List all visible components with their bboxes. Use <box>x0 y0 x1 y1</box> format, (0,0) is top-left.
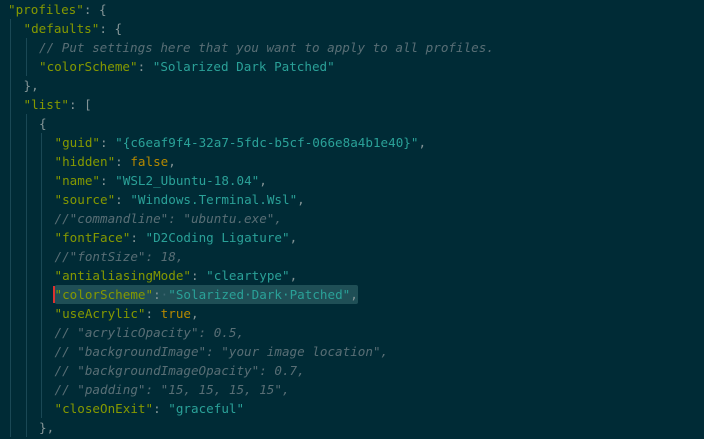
code-token: "{c6eaf9f4-32a7-5fdc-b5cf-066e8a4b1e40}" <box>115 135 419 150</box>
code-token: : <box>130 230 146 245</box>
code-token: // "backgroundImageOpacity": 0.7, <box>54 363 305 378</box>
code-line[interactable]: "list": [ <box>0 95 704 114</box>
code-token: , <box>191 306 199 321</box>
code-token: "graceful" <box>168 401 245 416</box>
code-token: , <box>350 287 358 302</box>
code-token: { <box>39 116 47 131</box>
code-token: : { <box>99 21 123 36</box>
code-token: }, <box>39 420 55 435</box>
code-token: "useAcrylic" <box>54 306 146 321</box>
text-cursor <box>52 286 55 303</box>
code-token: : <box>153 287 161 302</box>
code-token: "guid" <box>54 135 101 150</box>
code-token: "antialiasingMode" <box>54 268 191 283</box>
code-token: "defaults" <box>23 21 100 36</box>
code-token: : <box>115 192 131 207</box>
code-token: , <box>168 154 176 169</box>
code-token: , <box>297 192 305 207</box>
code-token: : { <box>83 2 107 17</box>
code-line[interactable]: "defaults": { <box>0 19 704 38</box>
code-line[interactable]: // "backgroundImage": "your image locati… <box>0 342 704 361</box>
code-token: "list" <box>23 97 70 112</box>
code-token: "profiles" <box>8 2 84 17</box>
code-line[interactable]: "closeOnExit": "graceful" <box>0 399 704 418</box>
code-token: true <box>160 306 192 321</box>
code-token: "source" <box>54 192 116 207</box>
code-line[interactable]: { <box>0 114 704 133</box>
code-line[interactable]: "hidden": false, <box>0 152 704 171</box>
code-token: // "backgroundImage": "your image locati… <box>54 344 389 359</box>
code-line[interactable]: // "backgroundImageOpacity": 0.7, <box>0 361 704 380</box>
code-line[interactable]: "antialiasingMode": "cleartype", <box>0 266 704 285</box>
code-token: "fontFace" <box>54 230 131 245</box>
code-line[interactable]: "profiles": { <box>0 0 704 19</box>
code-editor[interactable]: "profiles": {"defaults": {// Put setting… <box>0 0 704 439</box>
code-token: "name" <box>54 173 101 188</box>
code-line[interactable]: //"commandline": "ubuntu.exe", <box>0 209 704 228</box>
code-token: , <box>259 173 267 188</box>
code-token: }, <box>23 78 39 93</box>
code-token: false <box>130 154 169 169</box>
code-token: "Windows.Terminal.Wsl" <box>130 192 298 207</box>
code-line[interactable]: }, <box>0 76 704 95</box>
code-token: "Solarized Dark Patched" <box>152 59 335 74</box>
code-token: "colorScheme" <box>39 59 138 74</box>
code-token: //"commandline": "ubuntu.exe", <box>54 211 282 226</box>
code-token: : <box>137 59 153 74</box>
code-token: : <box>153 401 169 416</box>
code-token: : <box>145 306 161 321</box>
code-line[interactable]: }, <box>0 418 704 437</box>
code-token: // Put settings here that you want to ap… <box>39 40 494 55</box>
code-token: "colorScheme" <box>54 287 154 302</box>
code-token: : <box>115 154 131 169</box>
code-token: : <box>100 173 116 188</box>
code-line[interactable]: //"fontSize": 18, <box>0 247 704 266</box>
code-line[interactable]: "name": "WSL2_Ubuntu-18.04", <box>0 171 704 190</box>
code-line[interactable]: "source": "Windows.Terminal.Wsl", <box>0 190 704 209</box>
code-token: // "acrylicOpacity": 0.5, <box>54 325 245 340</box>
code-token: // "padding": "15, 15, 15, 15", <box>54 382 290 397</box>
code-line[interactable]: // "padding": "15, 15, 15, 15", <box>0 380 704 399</box>
code-token: "D2Coding Ligature" <box>145 230 290 245</box>
code-line[interactable]: "guid": "{c6eaf9f4-32a7-5fdc-b5cf-066e8a… <box>0 133 704 152</box>
code-token: , <box>418 135 427 150</box>
code-token: "WSL2_Ubuntu-18.04" <box>115 173 260 188</box>
code-token: , <box>289 268 298 283</box>
code-line[interactable]: // Put settings here that you want to ap… <box>0 38 704 57</box>
code-token: "Solarized·Dark·Patched" <box>168 287 351 302</box>
code-token: , <box>289 230 298 245</box>
code-line[interactable]: "colorScheme":·"Solarized·Dark·Patched", <box>0 285 704 304</box>
code-token: : <box>190 268 207 283</box>
code-line[interactable]: "useAcrylic": true, <box>0 304 704 323</box>
code-line[interactable]: // "acrylicOpacity": 0.5, <box>0 323 704 342</box>
code-token: "cleartype" <box>206 268 290 283</box>
code-line[interactable]: "colorScheme": "Solarized Dark Patched" <box>0 57 704 76</box>
code-token: "hidden" <box>54 154 116 169</box>
code-token: //"fontSize": 18, <box>54 249 184 264</box>
code-line[interactable]: "fontFace": "D2Coding Ligature", <box>0 228 704 247</box>
code-token: "closeOnExit" <box>54 401 154 416</box>
code-token: : <box>100 135 116 150</box>
code-token: : [ <box>69 97 92 112</box>
